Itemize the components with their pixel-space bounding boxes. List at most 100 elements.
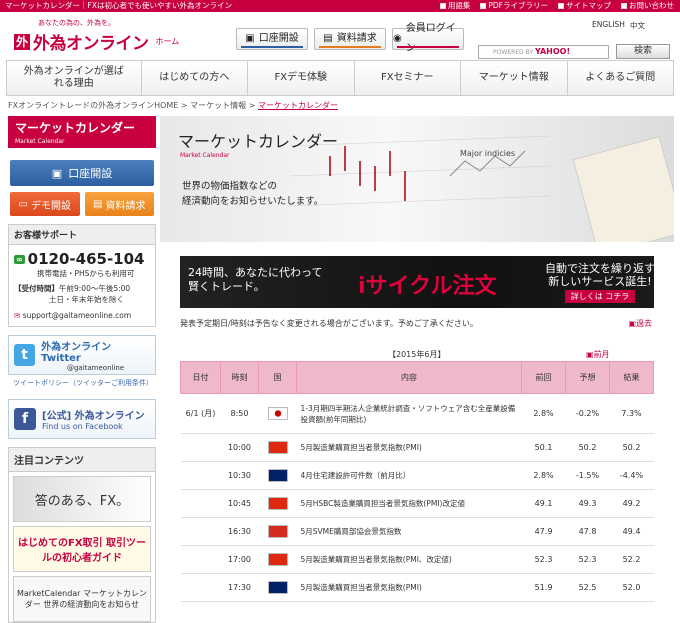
breadcrumb: FXオンライントレードの外為オンラインHOME > マーケット情報 > マーケッ… (8, 101, 338, 110)
lang-en-link[interactable]: ENGLISH (592, 20, 625, 31)
forecast-cell: 49.3 (565, 489, 610, 518)
result-cell: 49.4 (609, 517, 654, 546)
result-cell: -4.4% (609, 461, 654, 490)
arrow-icon: ▣ (586, 350, 594, 359)
nav-faq[interactable]: よくあるご質問 (568, 61, 674, 95)
arrow-icon: ▣ (628, 319, 636, 328)
prev-cell: 2.8% (521, 461, 566, 490)
current-month: 【2015年6月】 (388, 350, 446, 359)
flag-cell (258, 517, 297, 546)
result-cell: 52.2 (609, 545, 654, 574)
calendar-table: 日付 時刻 国 内容 前回 予想 結果 6/1 (月) 8:50 1-3月期四半期法… (180, 361, 654, 602)
nav-fx-demo[interactable]: FXデモ体験 (248, 61, 355, 95)
event-cell: 5月HSBC製造業購買担当者景気指数(PMI)改定値 (296, 489, 522, 518)
site-logo[interactable]: 外 外為オンライン ホーム (14, 29, 179, 54)
language-switch: ENGLISH 中文 (592, 20, 645, 31)
support-phone[interactable]: ∞ 0120-465-104 (9, 245, 155, 268)
link-contact[interactable]: お問い合わせ (621, 0, 674, 12)
support-email[interactable]: ✉ support@gaitameonline.com (9, 310, 155, 321)
col-prev: 前回 (521, 361, 566, 394)
col-result: 結果 (609, 361, 654, 394)
icycle-logo: iサイクル注文 (358, 274, 497, 299)
country-flag-icon (267, 525, 288, 538)
twitter-banner[interactable]: t 外為オンライン Twitter @gaitameonline (8, 335, 156, 375)
time-cell: 10:00 (220, 433, 259, 462)
home-link[interactable]: ホーム (156, 36, 180, 47)
top-bar: マーケットカレンダー｜FXは初心者でも使いやすい外為オンライン 用語集 PDFラ… (0, 0, 680, 12)
monitor-icon: ▭ (18, 198, 28, 210)
nav-market-info[interactable]: マーケット情報 (461, 61, 568, 95)
open-account-button[interactable]: ▣ 口座開設 (236, 28, 308, 50)
featured-banner-fx[interactable]: 答のある、FX。 (13, 476, 151, 522)
forecast-cell: 52.5 (565, 573, 610, 602)
demo-account-button[interactable]: ▭ デモ開設 (10, 192, 80, 216)
prev-cell: 49.1 (521, 489, 566, 518)
time-cell: 10:30 (220, 461, 259, 490)
details-link[interactable]: 詳しくは コチラ (564, 290, 636, 303)
table-row: 10:00 5月製造業購買担当者景気指数(PMI) 50.1 50.2 50.2 (180, 433, 654, 462)
event-cell: 5月製造業購買担当者景気指数(PMI) (296, 433, 522, 462)
col-event: 内容 (296, 361, 522, 394)
main-content: Major indicies マーケットカレンダー Market Calenda… (160, 116, 674, 602)
table-row: 6/1 (月) 8:50 1-3月期四半期法人企業統計調査・ソフトウェア含む全産業設… (180, 393, 654, 434)
support-box: お客様サポート ∞ 0120-465-104 携帯電話・PHSからも利用可 【受付… (8, 224, 156, 327)
search-button[interactable]: 検索 (616, 44, 670, 59)
freedial-icon: ∞ (14, 254, 25, 264)
event-cell: 5月製造業購買担当者景気指数(PMI) (296, 573, 522, 602)
table-row: 16:30 5月SVME購買部協会景気指数 47.9 47.8 49.4 (180, 517, 654, 546)
col-forecast: 予想 (565, 361, 610, 394)
breadcrumb-home[interactable]: FXオンライントレードの外為オンラインHOME (8, 101, 178, 110)
flag-cell (258, 393, 297, 434)
flag-cell (258, 573, 297, 602)
forecast-cell: 47.8 (565, 517, 610, 546)
link-pdf-library[interactable]: PDFライブラリー (480, 0, 548, 12)
event-cell: 4月住宅建設許可件数（前月比） (296, 461, 522, 490)
nav-beginners[interactable]: はじめての方へ (142, 61, 248, 95)
page-description: 世界の物価指数などの 経済動向をお知らせいたします。 (182, 181, 324, 207)
sidebar-open-account-button[interactable]: ▣ 口座開設 (10, 160, 154, 186)
date-cell (180, 517, 221, 546)
result-cell: 52.0 (609, 573, 654, 602)
facebook-banner[interactable]: f [公式] 外為オンライン Find us on Facebook (8, 399, 156, 439)
nav-fx-seminar[interactable]: FXセミナー (355, 61, 461, 95)
flag-cell (258, 489, 297, 518)
document-icon: ▣ (51, 166, 63, 180)
table-row: 17:30 5月製造業購買担当者景気指数(PMI) 51.9 52.5 52.0 (180, 573, 654, 602)
date-cell (180, 433, 221, 462)
request-docs-button[interactable]: ▤ 資料請求 (314, 28, 386, 50)
result-cell: 50.2 (609, 433, 654, 462)
date-cell: 6/1 (月) (180, 393, 221, 434)
search-input[interactable]: POWERED BY YAHOO! (478, 45, 609, 59)
sidebar-request-docs-button[interactable]: ▤ 資料請求 (84, 192, 154, 216)
breadcrumb-current[interactable]: マーケットカレンダー (258, 101, 338, 110)
twitter-icon: t (14, 344, 36, 366)
icycle-ad-banner[interactable]: 24時間、あなたに代わって 賢くトレード。 iサイクル注文 自動で注文を繰り返す新… (180, 256, 654, 308)
forecast-cell: -0.2% (565, 393, 610, 434)
featured-banner-calendar[interactable]: MarketCalendar マーケットカレンダー 世界の経済動向をお知らせ (13, 576, 151, 622)
tagline: あなたの為の、外為を。 (38, 19, 115, 27)
prev-month-link[interactable]: ▣前月 (586, 349, 610, 360)
country-flag-icon (267, 581, 288, 594)
month-header: 【2015年6月】 ▣前月 (160, 349, 674, 361)
flag-cell (258, 461, 297, 490)
nav-why-us[interactable]: 外為オンラインが選ばれる理由 (7, 61, 142, 95)
featured-banner-guide[interactable]: はじめてのFX取引 取引ツールの初心者ガイド (13, 526, 151, 572)
yahoo-logo: YAHOO! (534, 47, 571, 56)
member-login-button[interactable]: ◉ 会員ログイン (392, 23, 464, 54)
col-date: 日付 (180, 361, 221, 394)
lang-zh-link[interactable]: 中文 (630, 20, 645, 31)
top-bar-title: マーケットカレンダー｜FXは初心者でも使いやすい外為オンライン (5, 1, 232, 10)
time-cell: 8:50 (220, 393, 259, 434)
link-sitemap[interactable]: サイトマップ (558, 0, 611, 12)
past-link[interactable]: ▣過去 (628, 318, 652, 329)
tweet-policy-link[interactable]: ツイートポリシー（ツイッターご利用条件） (8, 375, 156, 391)
country-flag-icon (267, 441, 288, 454)
breadcrumb-market[interactable]: マーケット情報 (190, 101, 246, 110)
prev-cell: 52.3 (521, 545, 566, 574)
link-glossary[interactable]: 用語集 (439, 0, 470, 12)
schedule-notice: 発表予定期日/時刻は予告なく変更される場合がございます。予めご了承ください。 ▣… (180, 318, 652, 329)
svg-text:Major indicies: Major indicies (460, 149, 515, 158)
time-cell: 17:00 (220, 545, 259, 574)
prev-cell: 50.1 (521, 433, 566, 462)
event-cell: 5月SVME購買部協会景気指数 (296, 517, 522, 546)
